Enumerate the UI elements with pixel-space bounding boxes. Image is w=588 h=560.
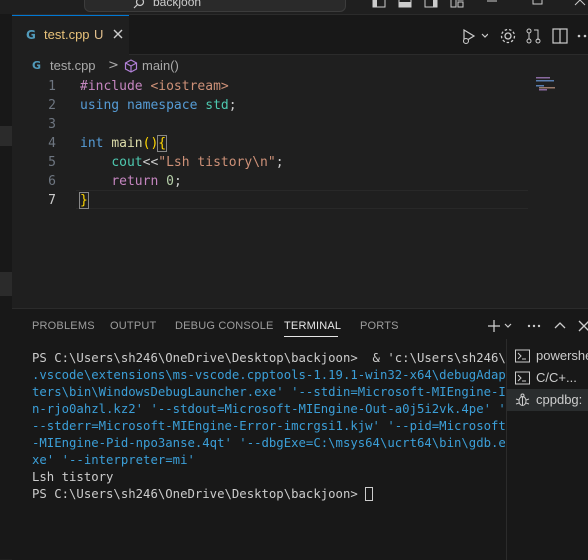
terminal-tab-label: powershe [536, 348, 588, 363]
terminal-line: --stderr=Microsoft-MIEngine-Error-imcrgs… [32, 419, 506, 433]
close-icon[interactable] [110, 26, 126, 42]
tab-output[interactable]: OUTPUT [110, 319, 156, 333]
minimap[interactable] [536, 77, 560, 91]
terminal-line: xe' '--interpreter=mi' [32, 453, 195, 467]
terminal-prompt: PS C:\Users\sh246\OneDrive\Desktop\backj… [32, 487, 366, 501]
line-number: 1 [48, 79, 56, 94]
terminal-tab-cpp[interactable]: C/C+... [507, 367, 588, 389]
active-tab-indicator [284, 336, 338, 337]
scroll-indicator [0, 126, 12, 146]
bottom-panel: PROBLEMS OUTPUT DEBUG CONSOLE TERMINAL P… [12, 308, 588, 560]
code-editor[interactable]: 1 2 3 4 5 6 7 #include <iostream> using … [12, 77, 588, 308]
terminal-tab-label: cppdbg: [536, 392, 583, 407]
terminal-icon [515, 371, 530, 385]
debug-icon [515, 393, 530, 407]
more-actions-icon[interactable] [576, 26, 588, 46]
tab-filename: test.cpp [44, 27, 90, 42]
terminal-prompt: PS C:\Users\sh246\OneDrive\Desktop\backj… [32, 351, 506, 365]
code-line: cout<<"Lsh tistory\n"; [111, 155, 284, 170]
terminal-output[interactable]: PS C:\Users\sh246\OneDrive\Desktop\backj… [32, 350, 506, 560]
layout-sidebar-icon[interactable] [372, 0, 386, 8]
tab-debug-console[interactable]: DEBUG CONSOLE [175, 319, 274, 333]
code-line: #include <iostream> [80, 79, 229, 94]
search-icon [133, 0, 145, 9]
code-line: using namespace std; [80, 98, 237, 113]
line-number: 3 [48, 117, 56, 132]
terminal-tab-powershell[interactable]: powershe [507, 345, 588, 367]
terminal-line: -MIEngine-Pid-npo3anse.4qt' '--dbgExe=C:… [32, 436, 506, 450]
breadcrumb: G test.cpp > main() [12, 55, 588, 77]
layout-secondary-sidebar-icon[interactable] [424, 0, 438, 8]
terminal-line: PS C:\Users\sh246\OneDrive\Desktop\backj… [32, 350, 506, 367]
breadcrumb-separator: > [108, 58, 119, 73]
terminal-tab-cppdbg[interactable]: cppdbg: [507, 389, 588, 411]
maximize-panel-icon[interactable] [552, 318, 568, 334]
line-number: 7 [48, 193, 56, 208]
split-editor-icon[interactable] [550, 26, 570, 46]
code-line: } [79, 192, 89, 209]
terminal-list: powershe C/C+... cppdbg: [506, 339, 588, 560]
breadcrumb-symbol[interactable]: main() [142, 58, 179, 74]
scroll-indicator [0, 272, 12, 296]
command-center-label: backjoon [153, 0, 202, 9]
close-panel-icon[interactable] [576, 318, 588, 334]
terminal-line: ters\bin\WindowsDebugLauncher.exe' '--st… [32, 385, 506, 399]
open-changes-icon[interactable] [524, 26, 544, 46]
close-window-icon[interactable] [574, 0, 586, 6]
current-line-highlight [76, 190, 528, 209]
terminal-tab-label: C/C+... [536, 370, 577, 385]
tab-ports[interactable]: PORTS [360, 319, 399, 333]
terminal-line: PS C:\Users\sh246\OneDrive\Desktop\backj… [32, 486, 374, 503]
code-line: int main(){ [80, 135, 168, 152]
untracked-badge: U [94, 27, 104, 42]
terminal-powershell-icon [515, 349, 530, 363]
new-terminal-icon[interactable] [486, 318, 512, 334]
restore-icon[interactable] [532, 0, 544, 6]
cpp-file-icon: G [26, 28, 36, 42]
terminal-line: Lsh tistory [32, 470, 114, 484]
command-center-search[interactable]: backjoon [84, 0, 346, 12]
gear-icon[interactable] [498, 26, 518, 46]
customize-layout-icon[interactable] [450, 0, 464, 8]
code-line: return 0; [111, 174, 182, 189]
tab-problems[interactable]: PROBLEMS [32, 319, 95, 333]
run-debug-icon[interactable] [460, 26, 488, 46]
minimize-icon[interactable] [486, 0, 498, 4]
tab-test-cpp[interactable]: G test.cpp U [12, 15, 129, 55]
cpp-file-icon: G [32, 59, 42, 72]
line-number: 2 [48, 98, 56, 113]
more-actions-icon[interactable] [526, 318, 542, 334]
terminal-line: n-rjo0ahzl.kz2' '--stdout=Microsoft-MIEn… [32, 402, 506, 416]
method-symbol-icon [124, 59, 138, 73]
line-number: 4 [48, 136, 56, 151]
layout-panel-icon[interactable] [398, 0, 412, 8]
tab-terminal[interactable]: TERMINAL [284, 319, 341, 333]
breadcrumb-file[interactable]: test.cpp [50, 58, 96, 74]
line-number: 5 [48, 155, 56, 170]
terminal-cursor [365, 487, 374, 501]
terminal-line: .vscode\extensions\ms-vscode.cpptools-1.… [32, 368, 506, 382]
line-number: 6 [48, 174, 56, 189]
